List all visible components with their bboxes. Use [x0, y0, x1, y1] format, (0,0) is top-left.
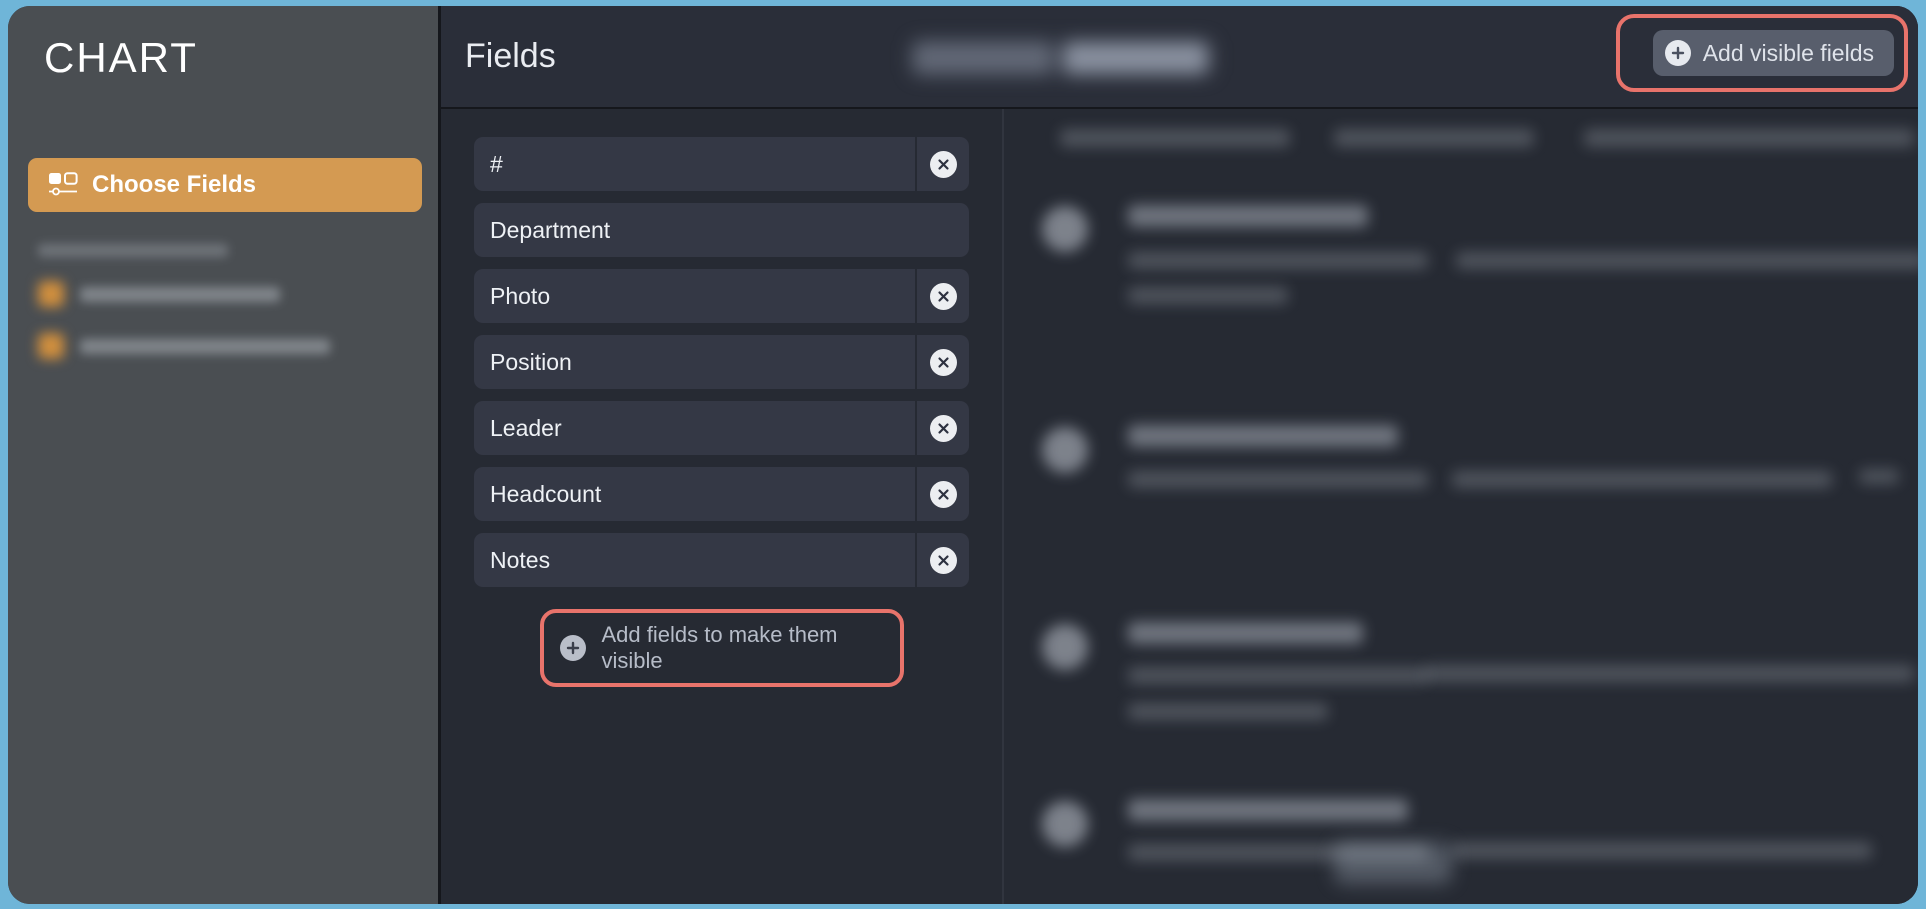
app-title: CHART — [44, 34, 198, 81]
add-fields-button[interactable]: Add fields to make them visible — [544, 622, 900, 674]
preview-item-text-blurred — [1456, 252, 1918, 269]
preview-text-blurred — [1584, 129, 1914, 147]
sidebar-item-choose-fields-label: Choose Fields — [92, 171, 257, 198]
field-row[interactable]: Position — [474, 335, 969, 389]
avatar-blurred — [1042, 427, 1088, 473]
main-area: Fields Add visible fields # Department P… — [441, 6, 1918, 904]
app-window: CHART Choose Fields Fields Add visible f… — [0, 0, 1926, 909]
preview-item-text-blurred — [1424, 665, 1914, 682]
preview-text-blurred — [1334, 129, 1534, 147]
sidebar-blurred-section — [38, 244, 378, 385]
close-icon — [929, 282, 957, 310]
window-body: CHART Choose Fields Fields Add visible f… — [8, 6, 1918, 904]
preview-text-blurred — [1060, 129, 1290, 147]
page-title: Fields — [465, 37, 556, 75]
remove-field-button[interactable] — [915, 335, 969, 389]
preview-item-text-blurred — [1128, 667, 1428, 684]
field-name: Position — [490, 348, 572, 375]
field-row[interactable]: Notes — [474, 533, 969, 587]
sidebar-item-label-blurred — [80, 286, 280, 302]
preview-item-text-blurred — [1452, 842, 1872, 859]
preview-item-text-blurred — [1128, 703, 1328, 720]
avatar-blurred — [1042, 801, 1088, 847]
remove-field-button[interactable] — [915, 533, 969, 587]
add-visible-fields-button[interactable]: Add visible fields — [1652, 30, 1894, 76]
preview-item-title-blurred — [1128, 622, 1363, 644]
remove-field-button[interactable] — [915, 269, 969, 323]
remove-field-button[interactable] — [915, 137, 969, 191]
preview-item-title-blurred — [1128, 799, 1408, 821]
close-icon — [929, 480, 957, 508]
preview-item-title-blurred — [1128, 425, 1398, 447]
close-icon — [929, 546, 957, 574]
main-content: # Department Photo Position Leader Headc… — [441, 109, 1918, 904]
plus-circle-icon — [1664, 40, 1691, 66]
preview-item-title-blurred — [1128, 205, 1368, 227]
preview-item-text-blurred — [1859, 469, 1899, 484]
fields-layout-icon — [48, 172, 78, 198]
avatar-blurred — [1042, 206, 1088, 252]
sidebar-item-label-blurred — [80, 338, 330, 354]
field-name: Notes — [490, 546, 551, 573]
field-name: # — [490, 150, 503, 177]
add-fields-highlight-ring: Add fields to make them visible — [539, 609, 904, 687]
add-fields-label: Add fields to make them visible — [601, 622, 838, 673]
field-row[interactable]: Headcount — [474, 467, 969, 521]
sidebar-item-choose-fields[interactable]: Choose Fields — [28, 158, 422, 212]
field-name: Leader — [490, 414, 562, 441]
segment-option-blurred[interactable] — [913, 42, 1053, 74]
field-row[interactable]: Department — [474, 203, 969, 257]
close-icon — [929, 414, 957, 442]
preview-item-text-blurred — [1128, 252, 1428, 269]
fields-list-panel: # Department Photo Position Leader Headc… — [441, 109, 1004, 904]
field-name: Photo — [490, 282, 551, 309]
field-row[interactable]: Leader — [474, 401, 969, 455]
main-header: Fields Add visible fields — [441, 6, 1918, 109]
field-row[interactable]: Photo — [474, 269, 969, 323]
avatar-blurred — [1042, 624, 1088, 670]
sidebar-item-icon-blurred — [38, 333, 64, 359]
preview-item-text-blurred — [1452, 471, 1832, 488]
sidebar-item-icon-blurred — [38, 281, 64, 307]
sidebar-item-blurred[interactable] — [38, 333, 378, 359]
preview-footer-button-blurred[interactable] — [1334, 842, 1452, 884]
field-name: Department — [490, 216, 611, 243]
preview-panel — [1004, 109, 1918, 904]
sidebar-section-heading-blurred — [38, 244, 228, 257]
plus-circle-icon — [559, 635, 586, 661]
preview-item-text-blurred — [1128, 471, 1428, 488]
remove-field-button[interactable] — [915, 401, 969, 455]
header-segmented-control-blurred[interactable] — [907, 36, 1217, 80]
sidebar-item-blurred[interactable] — [38, 281, 378, 307]
preview-item-text-blurred — [1128, 287, 1288, 304]
field-name: Headcount — [490, 480, 602, 507]
field-row[interactable]: # — [474, 137, 969, 191]
segment-option-selected-blurred[interactable] — [1063, 42, 1208, 74]
close-icon — [929, 348, 957, 376]
close-icon — [929, 150, 957, 178]
add-visible-fields-label: Add visible fields — [1702, 39, 1874, 66]
remove-field-button[interactable] — [915, 467, 969, 521]
sidebar: CHART Choose Fields — [8, 6, 441, 904]
